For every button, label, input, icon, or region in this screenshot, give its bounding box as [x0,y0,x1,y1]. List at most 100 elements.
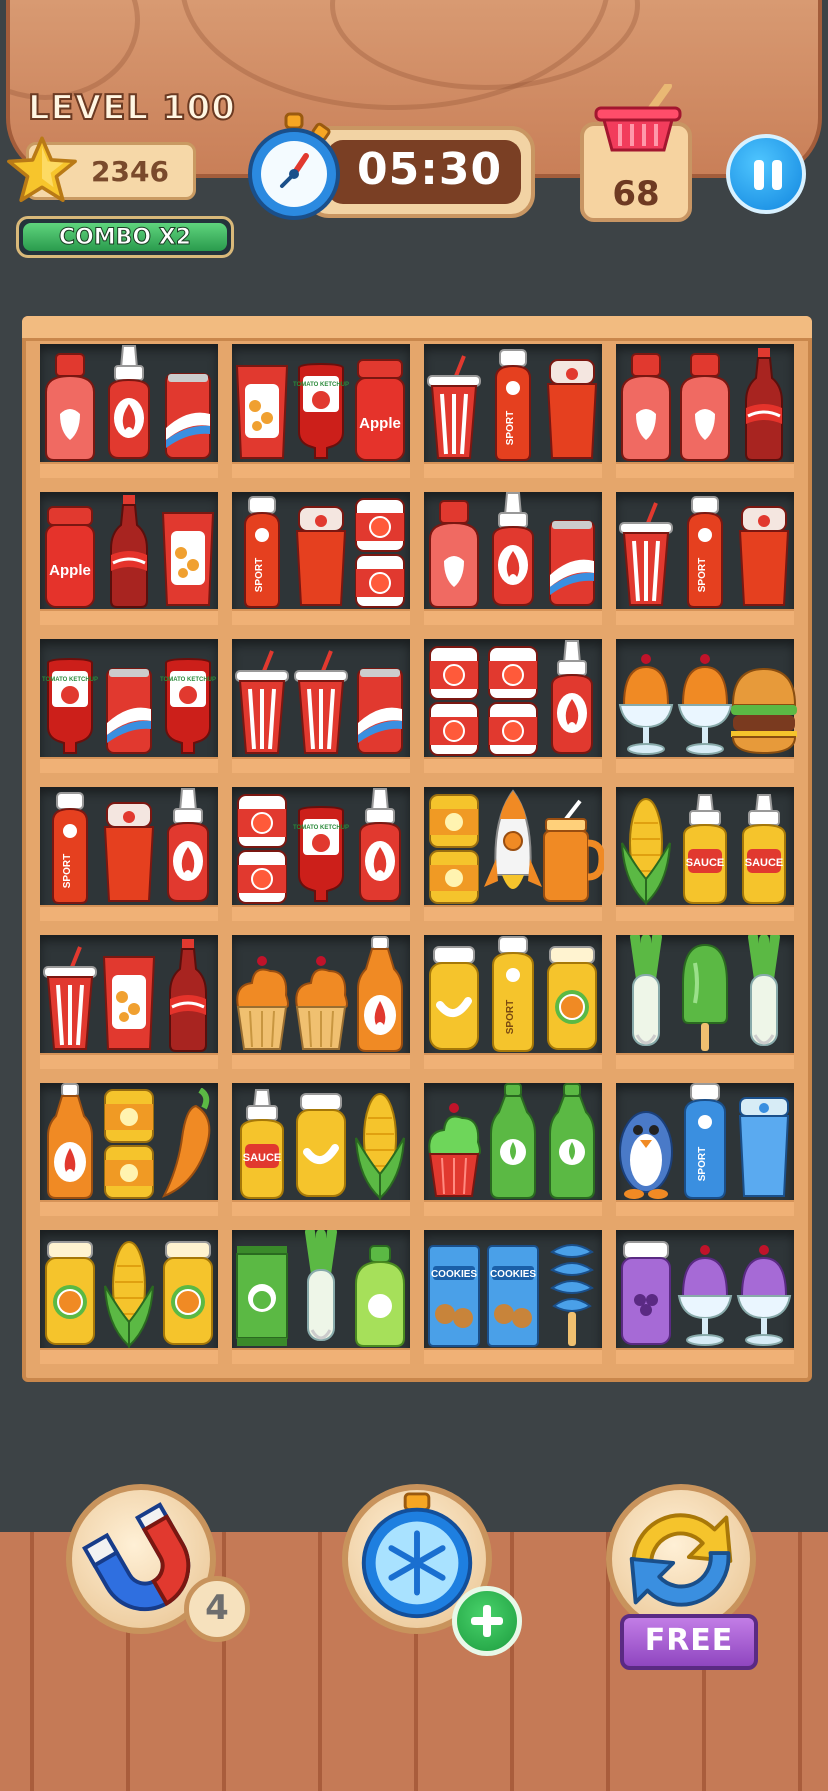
item-ketchup-fire[interactable] [487,491,539,613]
item-thermos-red[interactable] [736,505,792,613]
item-ketchup-tomato[interactable]: TOMATO KETCHUP [293,805,349,909]
item-cupcake-orange[interactable] [291,955,351,1057]
pause-button[interactable] [726,134,806,214]
item-cookies-box[interactable]: COOKIES [425,1244,483,1352]
item-juice-orange[interactable] [354,935,406,1057]
item-leek[interactable] [621,931,671,1057]
item-sport-bottle-red[interactable]: SPORT [680,495,730,613]
item-corn[interactable] [618,793,674,909]
shelf-slot [232,1226,410,1364]
item-sport-bottle-red[interactable]: SPORT [237,495,287,613]
star-count: 2346 [91,155,169,188]
item-sauce-bottle[interactable]: SAUCE [235,1088,289,1204]
shelf-top [22,316,812,341]
item-cola-bottle[interactable] [107,493,151,613]
item-cup-red[interactable] [293,649,349,761]
item-can-red[interactable] [162,370,214,466]
item-apple-jar[interactable]: Apple [352,358,408,466]
item-grape-jar[interactable] [618,1240,674,1352]
item-cookies-box[interactable]: COOKIES [484,1244,542,1352]
item-rocket-toy[interactable] [482,789,544,909]
item-sport-bottle-yellow[interactable]: SPORT [487,935,539,1057]
item-ketchup-fire[interactable] [103,344,155,466]
item-sport-bottle-red[interactable]: SPORT [45,791,95,909]
item-can-red[interactable] [546,517,598,613]
item-cupcake-green[interactable] [424,1102,484,1204]
item-mug-orange[interactable] [540,799,606,909]
item-can-red[interactable] [354,665,406,761]
item-milk-red[interactable] [42,352,98,466]
item-thermos-red[interactable] [293,505,349,613]
item-sauce-bottle[interactable]: SAUCE [737,793,791,909]
item-orange-jar[interactable] [160,1240,216,1352]
item-ketchup-fire[interactable] [162,787,214,909]
item-orange-jar[interactable] [544,945,600,1057]
item-can-red[interactable] [103,665,155,761]
item-burger[interactable] [729,665,799,761]
item-thermos-red[interactable] [101,801,157,909]
shuffle-free-label: FREE [620,1614,758,1670]
floor-plank-line [318,1532,322,1791]
item-popsicle-blue[interactable] [546,1236,598,1352]
item-cupcake-orange[interactable] [232,955,292,1057]
item-tomato-can-stack[interactable] [234,793,290,909]
item-ketchup-tomato[interactable]: TOMATO KETCHUP [160,657,216,761]
item-sport-bottle-blue[interactable]: SPORT [679,1082,731,1204]
item-sundae-orange[interactable] [677,653,733,761]
item-honey-can-stack[interactable] [101,1088,157,1204]
item-milk-red[interactable] [618,352,674,466]
item-chips-red[interactable] [233,362,291,466]
item-water-bottle-green[interactable] [487,1082,539,1204]
item-cup-red[interactable] [618,501,674,613]
item-sauce-bottle[interactable]: SAUCE [678,793,732,909]
item-apple-bottle[interactable] [350,1244,410,1352]
item-cola-bottle[interactable] [742,346,786,466]
item-corn[interactable] [101,1236,157,1352]
item-leek[interactable] [739,931,789,1057]
shelf-slot: SAUCE SAUCE [616,787,794,921]
timer-value: 05:30 [357,144,503,195]
item-cup-red[interactable] [42,945,98,1057]
item-leek[interactable] [296,1226,346,1352]
magnet-count-badge: 4 [184,1576,250,1642]
item-popsicle-green[interactable] [677,943,733,1057]
shuffle-booster-button[interactable] [606,1484,756,1634]
item-juice-orange[interactable] [44,1082,96,1204]
shelf-slot: COOKIES COOKIES [424,1230,602,1364]
item-orange-jar[interactable] [42,1240,98,1352]
item-banana-jar[interactable] [426,945,482,1057]
item-water-bottle-green[interactable] [546,1082,598,1204]
item-honey-can-stack[interactable] [426,793,482,909]
shelf-slot: SAUCE [232,1082,410,1217]
item-cup-red[interactable] [426,354,482,466]
item-cola-bottle[interactable] [166,937,210,1057]
item-milk-red[interactable] [426,499,482,613]
item-sundae-purple[interactable] [677,1244,733,1352]
item-apple-snack[interactable] [233,1244,291,1352]
item-chips-red[interactable] [100,953,158,1057]
item-corn[interactable] [352,1088,408,1204]
item-thermos-red[interactable] [544,358,600,466]
item-tomato-can-stack[interactable] [485,645,541,761]
floor-plank-line [222,1532,226,1791]
floor-plank-line [510,1532,514,1791]
item-cup-red[interactable] [234,649,290,761]
item-ketchup-fire[interactable] [354,787,406,909]
item-tomato-can-stack[interactable] [426,645,482,761]
item-ketchup-tomato[interactable]: TOMATO KETCHUP [42,657,98,761]
item-blue-cup[interactable] [736,1096,792,1204]
item-chips-red[interactable] [159,509,217,613]
item-sport-bottle-red[interactable]: SPORT [488,348,538,466]
item-sundae-orange[interactable] [618,653,674,761]
add-freeze-button[interactable] [452,1586,522,1656]
item-apple-jar[interactable]: Apple [42,505,98,613]
item-milk-red[interactable] [677,352,733,466]
item-ketchup-fire[interactable] [546,639,598,761]
item-ketchup-tomato[interactable]: TOMATO KETCHUP [293,362,349,466]
stopwatch-icon [248,112,340,220]
item-sundae-purple[interactable] [736,1244,792,1352]
item-banana-jar[interactable] [293,1092,349,1204]
item-chili[interactable] [160,1087,216,1204]
item-penguin-toy[interactable] [616,1088,676,1204]
item-tomato-can-stack[interactable] [352,497,408,613]
